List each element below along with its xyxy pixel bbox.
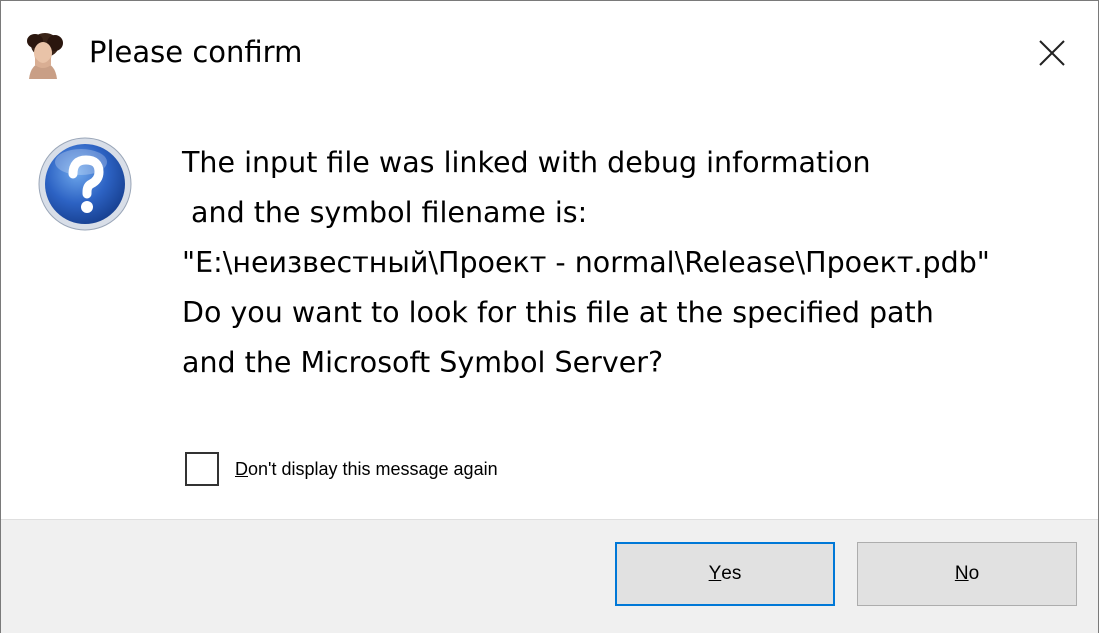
yes-button-mnemonic: Y — [708, 563, 722, 584]
checkbox-label[interactable]: Don't display this message again — [235, 459, 498, 480]
checkbox-label-mnemonic: D — [235, 458, 248, 479]
message-line: and the Microsoft Symbol Server? — [182, 346, 664, 379]
button-bar: Yes No — [1, 519, 1098, 633]
message-line: The input file was linked with debug inf… — [182, 146, 871, 179]
no-button-mnemonic: N — [954, 563, 969, 584]
message-line: and the symbol filename is: — [182, 196, 588, 229]
close-button[interactable] — [1006, 1, 1098, 105]
checkbox-label-rest: on't display this message again — [248, 458, 498, 479]
question-icon — [38, 137, 132, 231]
close-icon — [1039, 40, 1065, 66]
yes-button-label: es — [721, 563, 742, 584]
portrait-icon — [27, 33, 63, 79]
dont-display-again-checkbox[interactable] — [185, 452, 219, 486]
confirm-dialog: Please confirm The input file was linked… — [0, 0, 1099, 633]
message-text: The input file was linked with debug inf… — [182, 138, 1087, 388]
no-button[interactable]: No — [857, 542, 1077, 606]
window-title: Please confirm — [89, 35, 303, 69]
no-button-label: o — [968, 563, 980, 584]
message-line: Do you want to look for this file at the… — [182, 296, 934, 329]
message-line: "E:\неизвестный\Проект - normal\Release\… — [182, 246, 990, 279]
title-bar: Please confirm — [1, 1, 1098, 105]
yes-button[interactable]: Yes — [615, 542, 835, 606]
dont-display-again-option[interactable]: Don't display this message again — [185, 449, 498, 489]
